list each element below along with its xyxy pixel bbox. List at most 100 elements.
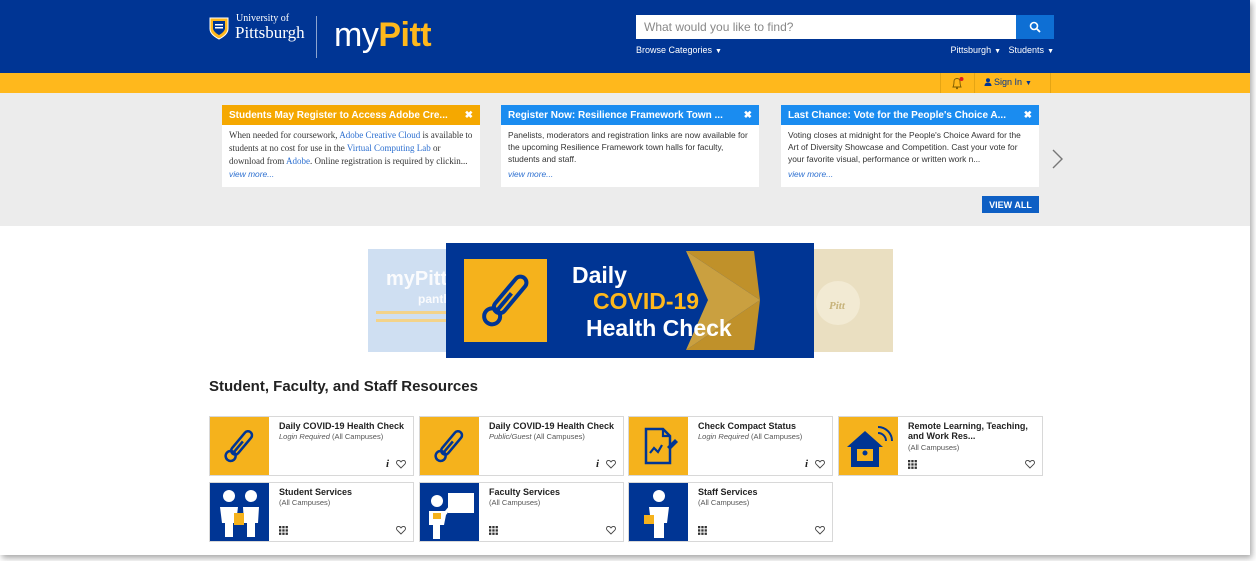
banner-line-covid: COVID-19: [593, 288, 699, 314]
access-level: Login Required: [279, 432, 330, 442]
utility-divider: [1050, 73, 1051, 93]
students-icon: [210, 483, 269, 541]
announcement-header: Register Now: Resilience Framework Town …: [501, 105, 759, 125]
brand-my: my: [334, 16, 379, 54]
access-level: Public/Guest: [489, 432, 532, 442]
banner-bg-line: [376, 311, 456, 314]
banner-bg-left-text: myPitt: [386, 268, 447, 290]
sign-in-dropdown[interactable]: Sign In ▼: [984, 77, 1032, 87]
announcement-body: Panelists, moderators and registration l…: [508, 130, 748, 165]
caret-down-icon: ▼: [1025, 80, 1032, 87]
utility-bar: Sign In ▼: [0, 73, 1250, 93]
resource-tile-name: Check Compact Status: [698, 421, 797, 431]
grid-icon[interactable]: [908, 460, 917, 469]
campus-scope: (All Campuses): [750, 432, 803, 442]
covid-health-check-banner[interactable]: myPitt panther Pitt Daily COVID-19 Healt…: [368, 243, 893, 358]
campus-dropdown[interactable]: Pittsburgh ▼: [951, 45, 1001, 55]
announcement-header: Students May Register to Access Adobe Cr…: [222, 105, 480, 125]
document-check-icon: [629, 417, 688, 475]
banner-bg-line: [376, 319, 446, 322]
campus-label: Pittsburgh: [950, 45, 992, 55]
search-bar: [636, 15, 1054, 39]
resource-tile-student-services[interactable]: Student Services (All Campuses): [209, 482, 414, 542]
mypitt-logo[interactable]: myPitt: [334, 16, 432, 54]
sign-in-label: Sign In: [994, 77, 1023, 87]
close-icon[interactable]: ✖: [744, 110, 752, 121]
caret-down-icon: ▼: [1047, 48, 1054, 55]
announcements-carousel: Students May Register to Access Adobe Cr…: [0, 93, 1250, 226]
grid-icon[interactable]: [279, 526, 288, 535]
resource-tile-staff-services[interactable]: Staff Services (All Campuses): [628, 482, 833, 542]
heart-icon[interactable]: [606, 525, 616, 535]
banner-bg-right-text: Pitt: [829, 300, 846, 312]
close-icon[interactable]: ✖: [465, 110, 473, 121]
view-more-link[interactable]: view more...: [781, 169, 1039, 179]
browse-categories-dropdown[interactable]: Browse Categories ▼: [636, 45, 722, 55]
heart-icon[interactable]: [815, 459, 825, 469]
announcement-body: When needed for coursework, Adobe Creati…: [222, 125, 480, 169]
campus-scope: (All Campuses): [698, 498, 750, 508]
brand-pitt: Pitt: [378, 16, 432, 54]
resource-tile-name: Daily COVID-19 Health Check: [489, 421, 615, 431]
adobe-link[interactable]: Adobe: [286, 156, 310, 166]
notification-bell-icon[interactable]: [948, 76, 966, 90]
resource-tile-name: Staff Services: [698, 487, 758, 497]
role-dropdown[interactable]: Students ▼: [1009, 45, 1054, 55]
adobe-creative-cloud-link[interactable]: Adobe Creative Cloud: [339, 130, 420, 140]
thermometer-icon: [210, 417, 269, 475]
view-more-link[interactable]: view more...: [501, 169, 759, 179]
resource-tile-compact-status[interactable]: Check Compact Status Login Required (All…: [628, 416, 833, 476]
virtual-computing-lab-link[interactable]: Virtual Computing Lab: [347, 143, 431, 153]
university-crest-icon: [209, 17, 229, 40]
grid-icon[interactable]: [489, 526, 498, 535]
announcement-title: Register Now: Resilience Framework Town …: [508, 109, 723, 121]
resource-tile-remote-learning[interactable]: Remote Learning, Teaching, and Work Res.…: [838, 416, 1043, 476]
heart-icon[interactable]: [606, 459, 616, 469]
banner-line-health-check: Health Check: [586, 315, 732, 341]
heart-icon[interactable]: [396, 459, 406, 469]
resource-tile-name: Daily COVID-19 Health Check: [279, 421, 405, 431]
search-button[interactable]: [1016, 15, 1054, 39]
heart-icon[interactable]: [1025, 459, 1035, 469]
caret-down-icon: ▼: [715, 48, 722, 55]
thermometer-icon: [420, 417, 479, 475]
resource-tile-faculty-services[interactable]: Faculty Services (All Campuses): [419, 482, 624, 542]
announcement-header: Last Chance: Vote for the People's Choic…: [781, 105, 1039, 125]
search-icon: [1029, 21, 1041, 33]
caret-down-icon: ▼: [994, 48, 1002, 55]
utility-divider: [940, 73, 941, 93]
campus-scope: (All Campuses): [489, 498, 541, 508]
announcement-title: Students May Register to Access Adobe Cr…: [229, 109, 448, 121]
info-icon[interactable]: i: [386, 458, 389, 470]
banner-line-daily: Daily: [572, 262, 627, 288]
announcement-text: When needed for coursework,: [229, 130, 340, 140]
utility-divider: [974, 73, 975, 93]
browse-categories-label: Browse Categories: [636, 45, 713, 55]
info-icon[interactable]: i: [805, 458, 808, 470]
campus-role-selector: Pittsburgh ▼ Students ▼: [951, 45, 1054, 55]
view-more-link[interactable]: view more...: [222, 169, 480, 179]
search-input[interactable]: [636, 15, 1016, 39]
announcement-card[interactable]: Students May Register to Access Adobe Cr…: [222, 105, 480, 187]
site-header: University of Pittsburgh myPitt Browse C…: [0, 0, 1250, 73]
announcement-body: Voting closes at midnight for the People…: [788, 130, 1021, 165]
close-icon[interactable]: ✖: [1024, 110, 1032, 121]
heart-icon[interactable]: [815, 525, 825, 535]
resource-tile-covid-public[interactable]: Daily COVID-19 Health Check Public/Guest…: [419, 416, 624, 476]
info-icon[interactable]: i: [596, 458, 599, 470]
view-all-button[interactable]: VIEW ALL: [982, 196, 1039, 213]
campus-scope: (All Campuses): [533, 432, 585, 442]
university-logo[interactable]: University of Pittsburgh: [208, 14, 305, 41]
heart-icon[interactable]: [396, 525, 406, 535]
resource-tile-name: Remote Learning, Teaching, and Work Res.…: [908, 421, 1028, 442]
announcement-card[interactable]: Register Now: Resilience Framework Town …: [501, 105, 759, 187]
browser-viewport: University of Pittsburgh myPitt Browse C…: [0, 0, 1250, 555]
chevron-right-icon[interactable]: [1050, 148, 1064, 170]
grid-icon[interactable]: [698, 526, 707, 535]
announcement-card[interactable]: Last Chance: Vote for the People's Choic…: [781, 105, 1039, 187]
faculty-icon: [420, 483, 479, 541]
user-icon: [984, 78, 992, 86]
staff-icon: [629, 483, 688, 541]
announcement-title: Last Chance: Vote for the People's Choic…: [788, 109, 1006, 121]
resource-tile-covid-login[interactable]: Daily COVID-19 Health Check Login Requir…: [209, 416, 414, 476]
